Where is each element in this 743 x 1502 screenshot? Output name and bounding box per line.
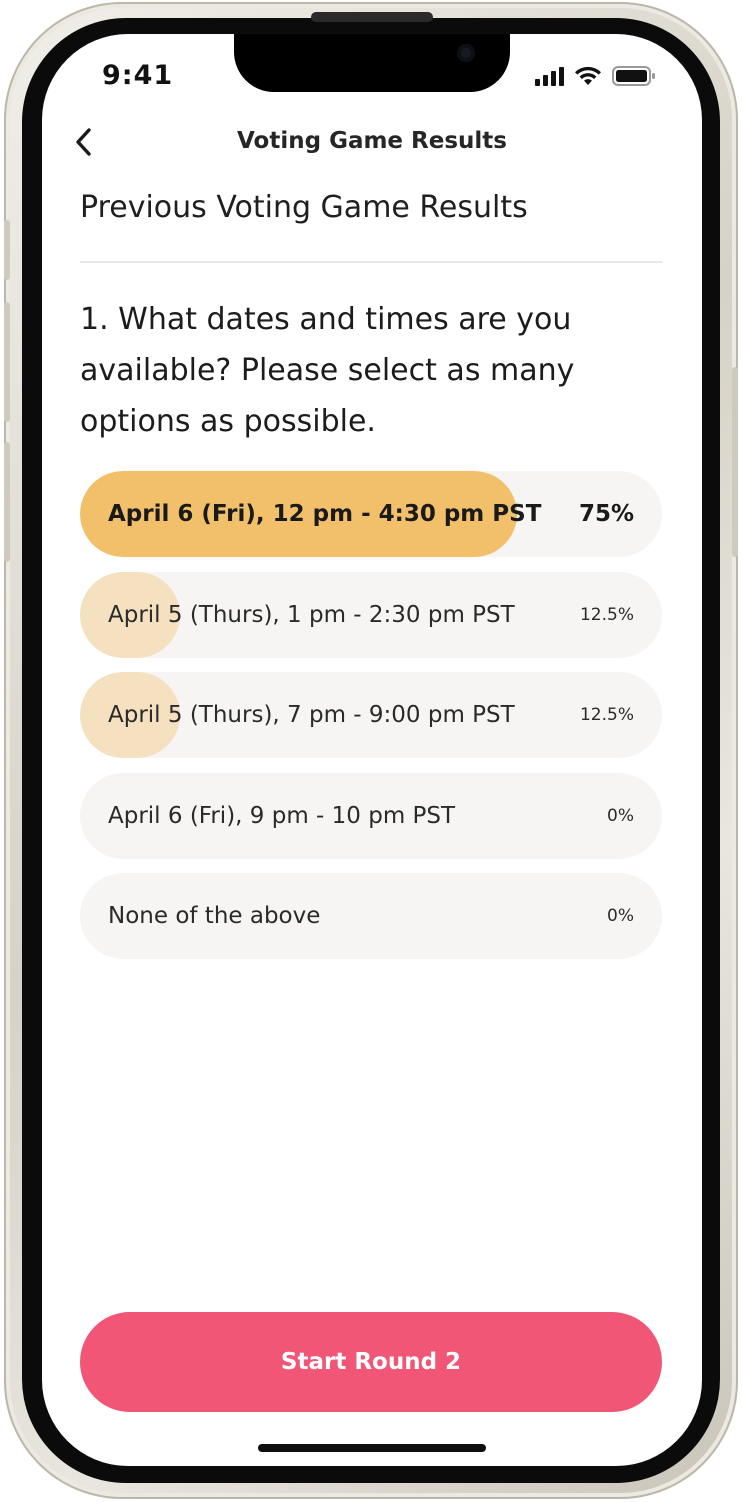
option-percent: 0% (607, 906, 634, 926)
option-label: April 5 (Thurs), 1 pm - 2:30 pm PST (108, 601, 515, 628)
start-round-button[interactable]: Start Round 2 (80, 1312, 662, 1412)
option-label: April 6 (Fri), 9 pm - 10 pm PST (108, 802, 456, 829)
cellular-signal-icon (535, 66, 564, 86)
question-text: 1. What dates and times are you availabl… (80, 302, 575, 439)
option-percent: 12.5% (579, 705, 634, 725)
option-label: April 6 (Fri), 12 pm - 4:30 pm PST (108, 501, 542, 527)
poll-option[interactable]: None of the above 0% (80, 873, 662, 959)
wifi-icon (574, 66, 602, 86)
battery-icon (612, 66, 656, 86)
volume-down-button (4, 442, 10, 562)
poll-option[interactable]: April 5 (Thurs), 1 pm - 2:30 pm PST 12.5… (80, 571, 662, 658)
option-percent: 75% (578, 501, 634, 527)
power-button (732, 367, 738, 557)
notch (234, 34, 510, 92)
poll-option[interactable]: April 5 (Thurs), 7 pm - 9:00 pm PST 12.5… (80, 672, 662, 758)
app-screen: 9:41 Voting Game Results Previous Voting… (42, 34, 702, 1466)
mute-switch (4, 220, 10, 280)
poll-option[interactable]: April 6 (Fri), 12 pm - 4:30 pm PST 75% (80, 471, 662, 557)
divider (80, 261, 662, 263)
front-camera (457, 44, 475, 62)
earpiece-speaker (311, 12, 433, 22)
poll-options: April 6 (Fri), 12 pm - 4:30 pm PST 75% A… (80, 471, 662, 974)
volume-up-button (4, 302, 10, 422)
poll-option[interactable]: April 6 (Fri), 9 pm - 10 pm PST 0% (80, 772, 662, 859)
status-icons (535, 64, 656, 88)
option-label: None of the above (108, 903, 321, 929)
option-percent: 12.5% (579, 604, 634, 625)
page-title: Voting Game Results (237, 128, 507, 154)
section-title: Previous Voting Game Results (80, 190, 528, 225)
home-indicator (258, 1444, 486, 1452)
status-time: 9:41 (102, 60, 174, 91)
option-label: April 5 (Thurs), 7 pm - 9:00 pm PST (108, 702, 515, 728)
option-percent: 0% (607, 805, 634, 826)
